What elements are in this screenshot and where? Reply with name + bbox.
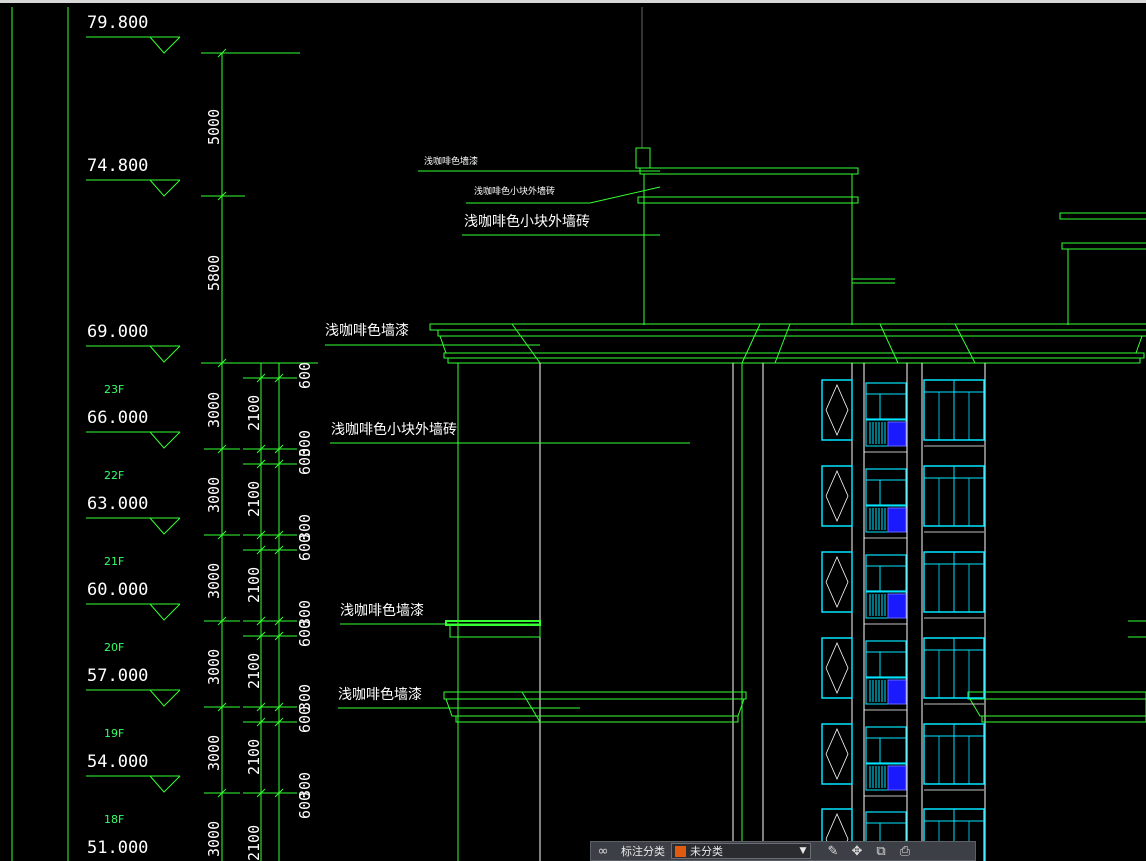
window-narrow — [821, 465, 853, 527]
chevron-down-icon: ▼ — [799, 846, 807, 856]
category-label: 标注分类 — [621, 845, 665, 858]
dimension-inner: 2100 — [245, 825, 263, 861]
level-triangle — [149, 689, 181, 707]
railing-panel — [887, 765, 907, 791]
note-paint-band-1: 浅咖啡色墙漆 — [340, 602, 424, 619]
note-paint-band-2: 浅咖啡色墙漆 — [338, 686, 422, 703]
dimension-right: 600 — [296, 534, 314, 561]
dimension-right: 600 — [296, 448, 314, 475]
copy-icon[interactable]: ⧉ — [869, 842, 893, 860]
note-tile-wall: 浅咖啡色小块外墙砖 — [331, 421, 457, 438]
floor-label: 22F — [104, 469, 124, 482]
category-color-swatch — [675, 845, 686, 857]
dimension-inner: 2100 — [245, 395, 263, 431]
dimension-inner: 2100 — [245, 739, 263, 775]
dimension-text-group: 5000 5800 3000 3000 3000 3000 3000 3000 2100 2100… — [204, 48, 314, 861]
level-triangle — [149, 603, 181, 621]
dimension-outer: 3000 — [205, 821, 223, 857]
level-triangle — [149, 179, 181, 197]
dimension-outer: 3000 — [205, 392, 223, 428]
level-triangle — [149, 775, 181, 793]
window-narrow — [821, 637, 853, 699]
level-value: 79.800 — [87, 13, 148, 33]
dimension-right: 600 — [296, 792, 314, 819]
level-triangle — [149, 345, 181, 363]
dimension-right: 600 — [296, 620, 314, 647]
window-diamond — [825, 556, 849, 608]
dimension-outer: 5000 — [205, 109, 223, 145]
railing-panel — [887, 679, 907, 705]
dimension-inner: 2100 — [245, 481, 263, 517]
window-narrow — [821, 551, 853, 613]
floor-label: 19F — [104, 727, 124, 740]
window-narrow — [821, 379, 853, 441]
window-center — [865, 554, 907, 592]
railing-panel — [887, 421, 907, 447]
window-diamond — [825, 384, 849, 436]
paste-icon[interactable]: ⎙ — [893, 842, 917, 860]
window-diamond — [825, 728, 849, 780]
level-markers: 79.800 74.800 69.000 23F 66.000 22F 63.000 21F 6… — [86, 13, 181, 858]
dimension-outer: 3000 — [205, 735, 223, 771]
dimension-outer: 3000 — [205, 649, 223, 685]
dimension-right: 600 — [296, 706, 314, 733]
building-elevation — [429, 147, 1146, 861]
category-selected-value: 未分类 — [690, 845, 723, 858]
bind-icon[interactable]: ∞ — [591, 842, 615, 860]
cad-viewport[interactable]: 79.800 74.800 69.000 23F 66.000 22F 63.000 21F 6… — [0, 0, 1146, 861]
railing-panel — [887, 507, 907, 533]
floor-label: 21F — [104, 555, 124, 568]
window-center — [865, 468, 907, 506]
note-paint-roof: 浅咖啡色墙漆 — [325, 322, 409, 339]
level-value: 54.000 — [87, 752, 148, 772]
elevation-drawing[interactable]: 79.800 74.800 69.000 23F 66.000 22F 63.000 21F 6… — [0, 3, 1146, 861]
floor-label: 23F — [104, 383, 124, 396]
level-value: 69.000 — [87, 322, 148, 342]
dimension-inner: 2100 — [245, 567, 263, 603]
window-center — [865, 726, 907, 764]
floor-label: 18F — [104, 813, 124, 826]
dimension-right: 600 — [296, 362, 314, 389]
window-diamond — [825, 642, 849, 694]
move-icon[interactable]: ✥ — [845, 842, 869, 860]
dimension-outer: 5800 — [205, 255, 223, 291]
dimension-outer: 3000 — [205, 563, 223, 599]
annotate-icon[interactable]: ✎ — [821, 842, 845, 860]
level-value: 57.000 — [87, 666, 148, 686]
level-value: 63.000 — [87, 494, 148, 514]
note-paint-small: 浅咖啡色墙漆 — [424, 155, 478, 167]
window-center — [865, 640, 907, 678]
level-value: 51.000 — [87, 838, 148, 858]
level-value: 74.800 — [87, 156, 148, 176]
railing-panel — [887, 593, 907, 619]
level-triangle — [149, 431, 181, 449]
level-triangle — [149, 517, 181, 535]
level-value: 66.000 — [87, 408, 148, 428]
window-diamond — [825, 470, 849, 522]
category-select[interactable]: 未分类 ▼ — [671, 843, 811, 859]
dimension-outer: 3000 — [205, 477, 223, 513]
note-tile-small: 浅咖啡色小块外墙砖 — [474, 185, 555, 197]
windows-group — [821, 379, 985, 861]
leader-lines — [325, 170, 690, 709]
annotation-toolbar: ∞ 标注分类 未分类 ▼ ✎ ✥ ⧉ ⎙ — [590, 841, 976, 861]
level-value: 60.000 — [87, 580, 148, 600]
level-triangle — [149, 36, 181, 54]
window-center — [865, 382, 907, 420]
window-narrow — [821, 723, 853, 785]
note-tile-roof: 浅咖啡色小块外墙砖 — [464, 213, 590, 230]
floor-label: 20F — [104, 641, 124, 654]
dimension-inner: 2100 — [245, 653, 263, 689]
